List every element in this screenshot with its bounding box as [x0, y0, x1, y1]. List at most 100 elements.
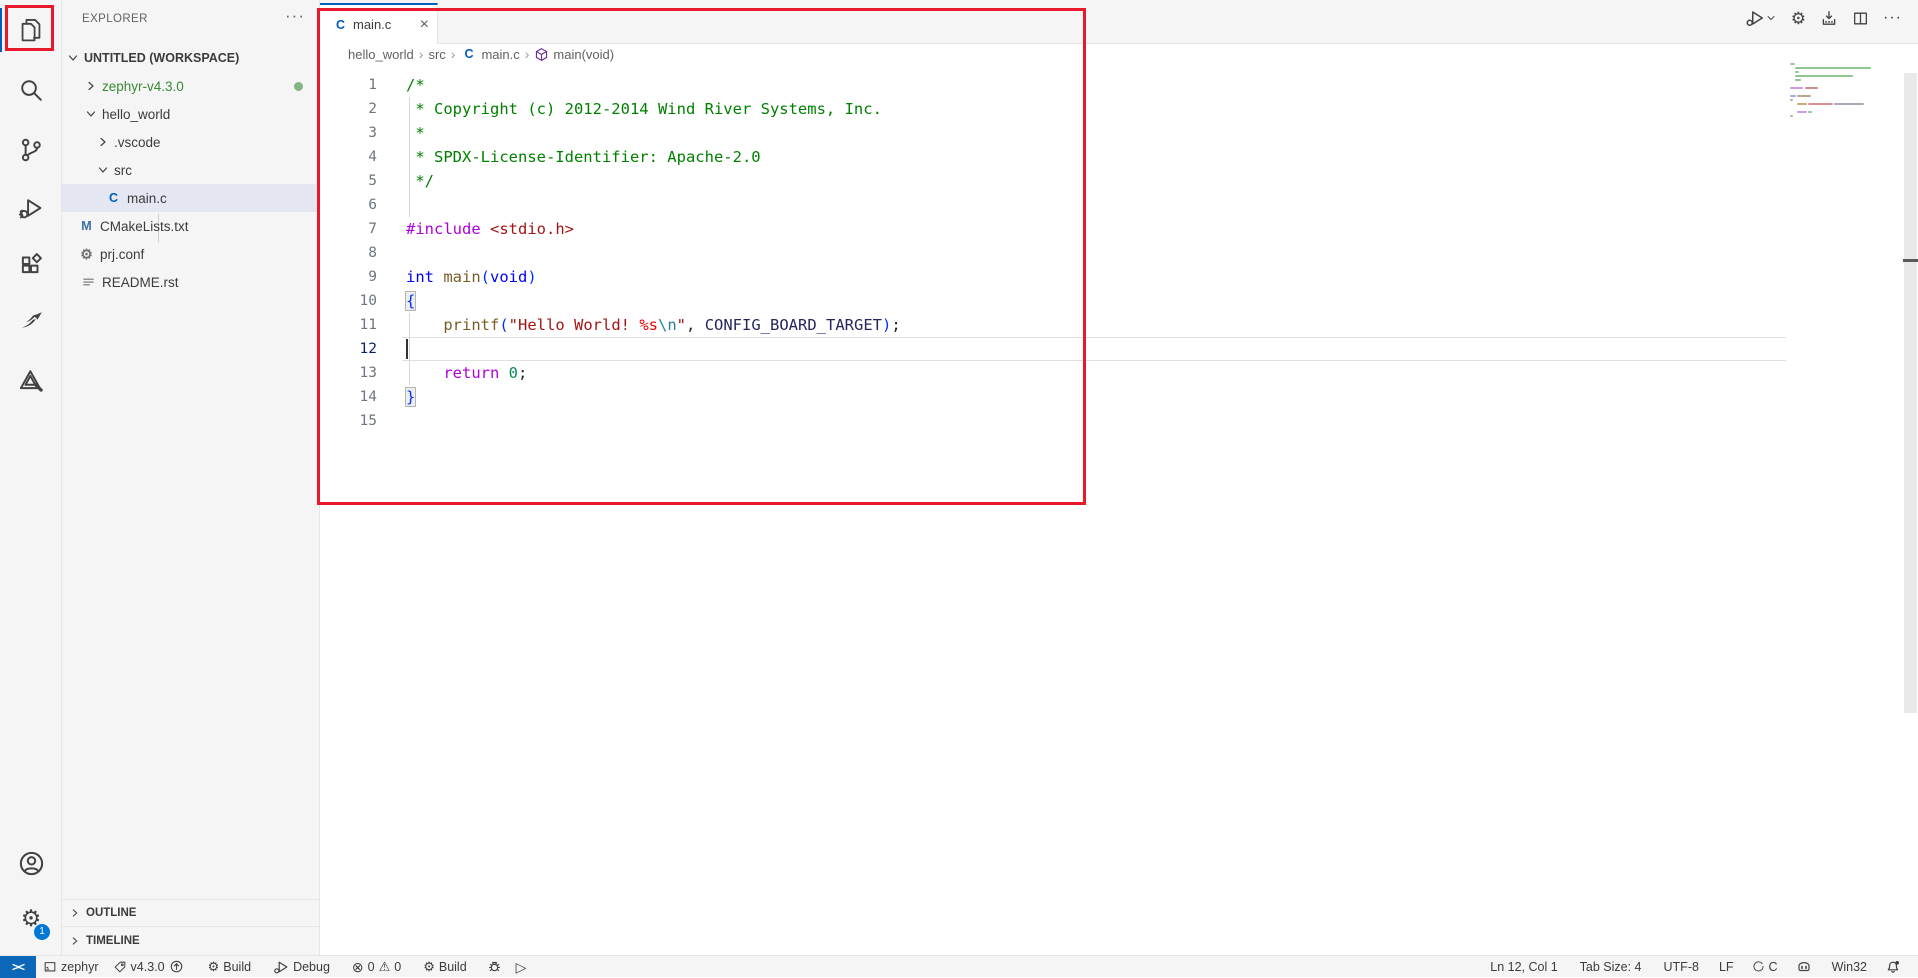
more-actions-icon[interactable]: ···	[285, 6, 305, 26]
remote-indicator[interactable]: ><	[0, 956, 36, 978]
status-workspace[interactable]: zephyr	[36, 956, 106, 978]
play-icon: ▷	[516, 960, 527, 974]
status-build-2[interactable]: ⚙ Build	[416, 956, 473, 978]
breadcrumb-item[interactable]: hello_world	[348, 47, 414, 62]
tree-item-vscode[interactable]: .vscode	[62, 128, 319, 156]
status-debug[interactable]: Debug	[266, 956, 337, 978]
sidebar-item-search[interactable]	[0, 66, 62, 114]
settings-badge: 1	[34, 924, 50, 940]
minimap-line	[1795, 67, 1871, 69]
tree-item-hello-world[interactable]: hello_world	[62, 100, 319, 128]
code-token: main	[443, 268, 480, 286]
tag-icon	[113, 960, 127, 974]
sidebar-item-devicetree[interactable]	[0, 356, 62, 404]
code-line: 7#include <stdio.h>	[320, 217, 1786, 241]
remote-icon: ><	[12, 960, 24, 974]
tree-label: UNTITLED (WORKSPACE)	[84, 51, 239, 65]
tree-item-main-c[interactable]: C main.c	[62, 184, 319, 212]
cursor-position[interactable]: Ln 12, Col 1	[1483, 956, 1564, 978]
tree-item-cmakelists[interactable]: M CMakeLists.txt	[62, 212, 319, 240]
chevron-down-icon	[65, 50, 81, 66]
status-problems[interactable]: ⊗ 0 ⚠ 0	[345, 956, 408, 978]
sidebar-item-zephyr[interactable]	[0, 296, 62, 344]
breadcrumb-item[interactable]: C main.c	[460, 47, 519, 62]
status-build-west[interactable]: ⚙ Build	[201, 956, 258, 978]
chevron-down-icon	[83, 106, 99, 122]
sidebar-item-extensions[interactable]	[0, 240, 62, 288]
zephyr-wing-icon	[18, 307, 44, 333]
chevron-down-icon	[1765, 12, 1777, 24]
sidebar-item-source-control[interactable]	[0, 126, 62, 174]
tree-item-src[interactable]: src	[62, 156, 319, 184]
overview-ruler-cursor-mark	[1903, 259, 1918, 262]
minimap-line	[1797, 103, 1807, 105]
run-debug-dropdown-icon	[1745, 8, 1765, 28]
status-version[interactable]: v4.3.0	[106, 956, 191, 978]
copilot-icon	[1796, 959, 1812, 975]
code-line: 9int main(void)	[320, 265, 1786, 289]
gear-icon: ⚙	[208, 960, 220, 973]
code-line: 13 return 0;	[320, 361, 1786, 385]
code-line: 14}	[320, 385, 1786, 409]
scrollbar-slider[interactable]	[1904, 73, 1917, 713]
minimap-line	[1795, 71, 1799, 73]
code-line: 15	[320, 409, 1786, 433]
close-icon[interactable]: ×	[420, 17, 429, 33]
code-line: 5 */	[320, 169, 1786, 193]
account-icon	[18, 850, 45, 877]
minimap-line	[1790, 63, 1795, 65]
code-token: \n	[658, 316, 677, 334]
breadcrumb-item[interactable]: src	[428, 47, 445, 62]
minimap-line	[1797, 111, 1807, 113]
symbol-method-icon	[534, 47, 549, 62]
minimap[interactable]	[1786, 0, 1903, 955]
status-bar-right: Ln 12, Col 1 Tab Size: 4 UTF-8 LF C Win3…	[1483, 956, 1918, 978]
warning-icon: ⚠	[379, 960, 391, 973]
minimap-line	[1808, 111, 1812, 113]
breadcrumb-item-symbol[interactable]: main(void)	[534, 47, 614, 62]
tools-extension-icon	[18, 367, 44, 393]
sidebar-header: EXPLORER ···	[62, 0, 319, 40]
scrollbar[interactable]	[1903, 0, 1918, 955]
sidebar-item-explorer[interactable]	[0, 6, 62, 54]
chevron-down-icon	[95, 162, 111, 178]
eol[interactable]: LF	[1712, 956, 1741, 978]
code-token: */	[406, 172, 434, 190]
search-icon	[18, 77, 44, 103]
tree-item-prj-conf[interactable]: ⚙ prj.conf	[62, 240, 319, 268]
extensions-icon	[18, 251, 44, 277]
tab-main-c[interactable]: C main.c ×	[320, 3, 438, 44]
language-mode[interactable]: C	[1745, 956, 1785, 978]
settings-button[interactable]: ⚙ 1	[0, 894, 62, 942]
timeline-section[interactable]: TIMELINE	[62, 926, 319, 955]
code-token: *	[406, 124, 425, 142]
run-debug-icon	[18, 195, 44, 221]
code-area[interactable]: 1/* 2 * Copyright (c) 2012-2014 Wind Riv…	[320, 64, 1786, 955]
tree-item-zephyr[interactable]: zephyr-v4.3.0	[62, 72, 319, 100]
code-line: 4 * SPDX-License-Identifier: Apache-2.0	[320, 145, 1786, 169]
outline-section[interactable]: OUTLINE	[62, 899, 319, 926]
status-bug[interactable]	[480, 956, 509, 978]
sidebar-item-run-debug[interactable]	[0, 184, 62, 232]
account-button[interactable]	[0, 839, 62, 887]
copilot-status[interactable]	[1789, 956, 1819, 978]
sidebar-title: EXPLORER	[82, 13, 148, 25]
tree-item-workspace[interactable]: UNTITLED (WORKSPACE)	[62, 44, 319, 72]
platform[interactable]: Win32	[1825, 956, 1874, 978]
encoding[interactable]: UTF-8	[1657, 956, 1706, 978]
tree-label: hello_world	[102, 107, 170, 122]
status-run[interactable]: ▷	[509, 956, 534, 978]
minimap-line	[1797, 95, 1811, 97]
git-status-dot	[294, 82, 303, 91]
indentation[interactable]: Tab Size: 4	[1573, 956, 1649, 978]
code-line: 3 *	[320, 121, 1786, 145]
notifications-bell[interactable]	[1878, 956, 1908, 978]
code-line: 8	[320, 241, 1786, 265]
window-icon	[43, 960, 57, 974]
code-token: {	[406, 292, 415, 310]
tree-label: zephyr-v4.3.0	[102, 79, 184, 94]
tree-item-readme[interactable]: README.rst	[62, 268, 319, 296]
run-debug-button[interactable]	[1745, 8, 1777, 28]
code-line: 12	[320, 337, 1786, 361]
config-gear-icon: ⚙	[78, 247, 95, 261]
